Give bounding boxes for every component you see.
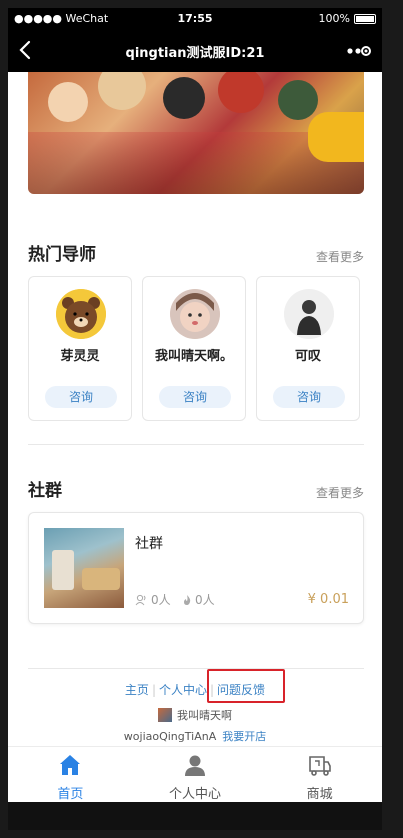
battery-percent: 100% (318, 12, 350, 25)
bear-avatar-icon (56, 289, 106, 339)
footer-user: 我叫晴天啊 (8, 707, 382, 723)
status-bar: ●●●●● WeChat 17:55 100% (8, 8, 382, 30)
mentor-card[interactable]: 我叫晴天啊。 咨询 (142, 276, 246, 421)
tab-bar: 首页 个人中心 商城 (8, 746, 382, 802)
tab-shop-label: 商城 (306, 787, 333, 802)
footer-divider (28, 668, 364, 669)
tab-shop[interactable]: 商城 (257, 747, 382, 802)
child-photo-avatar (170, 289, 220, 339)
mentor-name: 可叹 (294, 349, 321, 364)
phone-screen: ●●●●● WeChat 17:55 100% qingtian测试服ID:21 (8, 8, 382, 830)
member-count: 0人 (151, 593, 171, 607)
home-icon (60, 755, 81, 775)
mentor-avatar (170, 289, 220, 339)
consult-button[interactable]: 咨询 (273, 386, 345, 408)
flame-icon (184, 594, 191, 605)
community-see-more-link[interactable]: 查看更多 (316, 484, 364, 501)
community-name: 社群 (135, 536, 163, 552)
tab-profile[interactable]: 个人中心 (133, 747, 258, 802)
banner-image[interactable] (28, 72, 364, 194)
footer-links: 主页 | 个人中心 | 问题反馈 (124, 683, 266, 697)
mentors-section-title: 热门导师 (28, 245, 96, 265)
bottom-bezel (8, 802, 382, 830)
feedback-highlight-box (207, 669, 285, 703)
battery-icon (354, 13, 376, 24)
mentor-name: 芽灵灵 (60, 349, 100, 364)
tab-home[interactable]: 首页 (8, 747, 133, 802)
footer-account: wojiaoQingTiAnA (123, 730, 217, 743)
person-icon (185, 755, 205, 776)
consult-button[interactable]: 咨询 (45, 386, 117, 408)
mentor-card[interactable]: 芽灵灵 咨询 (28, 276, 132, 421)
footer-username: 我叫晴天啊 (177, 709, 232, 722)
back-icon[interactable] (16, 39, 36, 61)
consult-button[interactable]: 咨询 (159, 386, 231, 408)
community-card[interactable]: 社群 0人 0人 ¥ 0.01 (28, 512, 364, 624)
community-section-title: 社群 (28, 481, 62, 501)
community-posts: 0人 (182, 591, 215, 608)
post-count: 0人 (195, 593, 215, 607)
community-members: 0人 (135, 591, 171, 608)
section-divider (28, 444, 364, 445)
more-menu-icon[interactable] (346, 41, 372, 61)
mentor-avatar (56, 289, 106, 339)
battery-status: 100% (319, 12, 376, 25)
open-shop-link[interactable]: 我要开店 (222, 730, 266, 743)
mentors-see-more-link[interactable]: 查看更多 (316, 248, 364, 265)
man-photo-avatar (284, 289, 334, 339)
community-thumbnail (44, 528, 124, 608)
shop-cart-icon (308, 756, 331, 776)
footer-link-home[interactable]: 主页 (125, 683, 149, 697)
page-title: qingtian测试服ID:21 (125, 46, 265, 61)
mentor-card[interactable]: 可叹 咨询 (256, 276, 360, 421)
user-mini-avatar (158, 708, 172, 722)
people-icon (135, 594, 146, 605)
footer-shop: wojiaoQingTiAnA 我要开店 (8, 728, 382, 744)
mentor-avatar (284, 289, 334, 339)
community-price: ¥ 0.01 (307, 592, 349, 607)
footer-link-profile[interactable]: 个人中心 (159, 683, 207, 697)
nav-bar: qingtian测试服ID:21 (8, 30, 382, 72)
tab-profile-label: 个人中心 (169, 787, 222, 802)
tab-home-label: 首页 (57, 787, 84, 802)
mentor-name: 我叫晴天啊。 (154, 349, 233, 364)
